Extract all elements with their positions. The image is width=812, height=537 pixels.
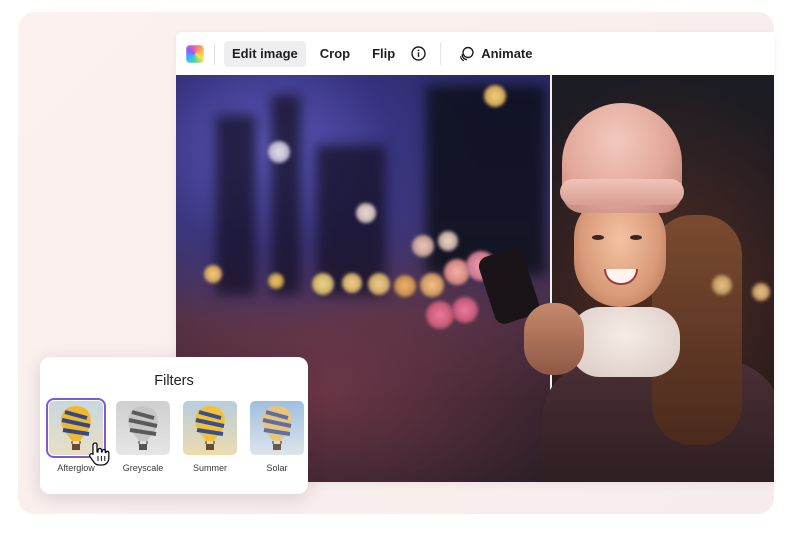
filter-label: Summer <box>192 463 227 473</box>
filter-solar[interactable]: Solar <box>248 401 306 473</box>
hand-pointer-cursor-icon <box>89 442 110 466</box>
portrait-woman-beanie <box>476 75 774 482</box>
info-icon[interactable] <box>411 46 426 61</box>
app-logo-icon <box>186 44 204 63</box>
hot-air-balloon-icon <box>128 406 158 450</box>
animate-button[interactable]: Animate <box>451 41 540 67</box>
editor-toolbar: Edit image Crop Flip Animate <box>176 32 774 75</box>
hot-air-balloon-icon <box>195 406 225 450</box>
toolbar-separator <box>214 42 215 65</box>
filter-greyscale-thumbnail[interactable] <box>116 401 170 455</box>
filter-label: Greyscale <box>122 463 164 473</box>
filter-summer-thumbnail[interactable] <box>183 401 237 455</box>
filter-greyscale[interactable]: Greyscale <box>114 401 172 473</box>
filters-title: Filters <box>154 373 194 389</box>
filters-panel: Filters Afterglow Greyscale Summer Solar <box>40 357 308 494</box>
flip-button[interactable]: Flip <box>364 41 403 67</box>
toolbar-separator <box>440 42 442 65</box>
animate-label: Animate <box>481 45 533 61</box>
edit-image-button[interactable]: Edit image <box>224 40 306 67</box>
filter-summer[interactable]: Summer <box>181 401 239 473</box>
hot-air-balloon-icon <box>262 406 292 450</box>
filter-thumbnails: Afterglow Greyscale Summer Solar <box>46 398 306 473</box>
filter-label: Solar <box>266 463 288 473</box>
animate-icon <box>460 46 474 61</box>
crop-button[interactable]: Crop <box>312 41 358 67</box>
filter-solar-thumbnail[interactable] <box>250 401 304 455</box>
